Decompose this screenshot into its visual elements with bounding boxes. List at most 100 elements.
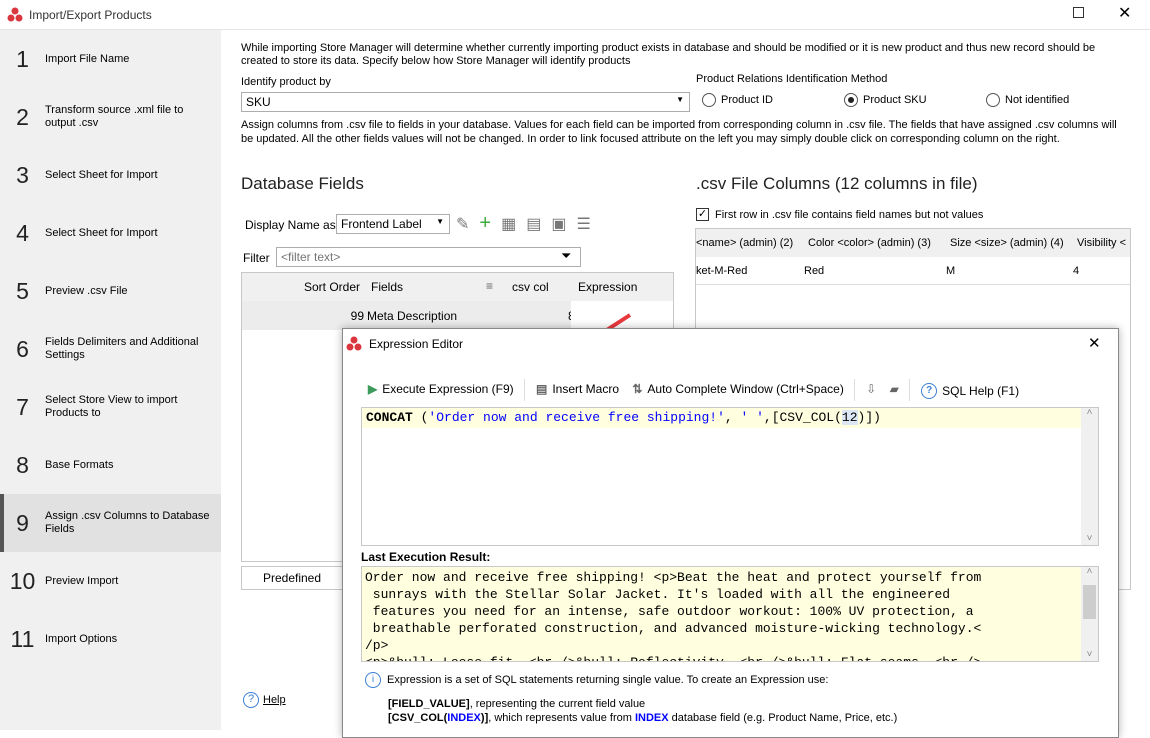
wizard-step-9[interactable]: 9 Assign .csv Columns to Database Fields [0, 494, 221, 552]
wizard-step-3[interactable]: 3 Select Sheet for Import [0, 146, 221, 204]
map-fields-icon[interactable]: ▦ [501, 214, 516, 234]
column-csv-col[interactable]: csv col [512, 280, 549, 294]
csv-column-header[interactable]: <name> (admin) (2) [696, 237, 793, 249]
step-number: 5 [16, 277, 29, 304]
app-logo-icon [7, 7, 23, 22]
csv-column-header[interactable]: Color <color> (admin) (3) [808, 237, 931, 249]
info-text: i Expression is a set of SQL statements … [365, 672, 828, 688]
column-expression[interactable]: Expression [578, 280, 637, 294]
maximize-button[interactable] [1073, 7, 1084, 18]
step-number: 9 [16, 509, 29, 536]
autocomplete-icon: ⇅ [632, 382, 643, 397]
macro-icon: ▤ [535, 382, 548, 397]
csv-column-header[interactable]: Visibility < [1077, 237, 1126, 249]
step-number: 4 [16, 219, 29, 246]
open-folder-icon[interactable]: ▰ [890, 382, 899, 396]
execute-expression-button[interactable]: ▶ Execute Expression (F9) [368, 382, 514, 396]
wizard-step-1[interactable]: 1 Import File Name [0, 30, 221, 88]
radio-product-sku[interactable]: Product SKU [844, 93, 927, 107]
identify-product-select[interactable]: SKU ▼ [241, 92, 690, 112]
wizard-step-8[interactable]: 8 Base Formats [0, 436, 221, 494]
csv-columns-title: .csv File Columns (12 columns in file) [696, 174, 978, 193]
step-label: Transform source .xml file to output .cs… [45, 104, 184, 129]
wizard-step-5[interactable]: 5 Preview .csv File [0, 262, 221, 320]
step-label: Select Store View to import Products to [45, 394, 178, 419]
result-line: /p> [365, 638, 389, 653]
result-line: breathable perforated construction, and … [365, 621, 982, 636]
help-icon: ? [921, 383, 938, 400]
wizard-step-7[interactable]: 7 Select Store View to import Products to [0, 378, 221, 436]
execution-result[interactable]: Order now and receive free shipping! <p>… [361, 566, 1099, 662]
result-line: Order now and receive free shipping! <p>… [365, 570, 982, 585]
auto-complete-button[interactable]: ⇅ Auto Complete Window (Ctrl+Space) [632, 382, 843, 396]
display-name-label: Display Name as [245, 218, 336, 232]
filter-label: Filter [243, 251, 270, 265]
step-number: 10 [9, 567, 36, 594]
radio-not-identified[interactable]: Not identified [986, 93, 1069, 107]
step-number: 6 [16, 335, 29, 362]
first-row-checkbox[interactable]: ✓ First row in .csv file contains field … [696, 208, 983, 221]
column-sort-order[interactable]: Sort Order [304, 280, 360, 294]
csv-column-header[interactable]: Size <size> (admin) (4) [950, 237, 1064, 249]
add-icon[interactable]: + [479, 213, 491, 234]
close-button[interactable]: ✕ [1118, 3, 1131, 23]
step-number: 3 [16, 161, 29, 188]
wizard-step-11[interactable]: 11 Import Options [0, 610, 221, 668]
relations-label: Product Relations Identification Method [696, 73, 888, 85]
database-fields-title: Database Fields [241, 174, 364, 193]
edit-icon[interactable]: ✎ [456, 214, 469, 234]
wizard-step-4[interactable]: 4 Select Sheet for Import [0, 204, 221, 262]
insert-macro-button[interactable]: ▤ Insert Macro [536, 382, 619, 396]
step-number: 2 [16, 103, 29, 130]
step-number: 1 [16, 45, 29, 72]
play-icon: ▶ [368, 382, 378, 397]
editor-scrollbar[interactable]: ˄ ˅ [1081, 408, 1098, 545]
intro-text: While importing Store Manager will deter… [241, 42, 1096, 67]
help-link[interactable]: ? Help [243, 692, 286, 708]
step-label: Preview .csv File [45, 284, 128, 297]
step-label: Select Sheet for Import [45, 168, 158, 181]
step-number: 7 [16, 393, 29, 420]
expression-editor-input[interactable]: CONCAT ('Order now and receive free ship… [361, 407, 1099, 546]
wizard-steps: 1 Import File Name 2 Transform source .xml … [0, 30, 221, 730]
display-name-select[interactable]: Frontend Label ▼ [336, 214, 450, 234]
sort-icon[interactable]: ≡ [486, 279, 493, 293]
result-label: Last Execution Result: [361, 550, 491, 564]
result-line: <p>&bull; Loose fit. <br />&bull; Reflec… [365, 654, 1095, 661]
save-icon[interactable]: ⇩ [866, 382, 876, 396]
step-label: Assign .csv Columns to Database Fields [45, 510, 210, 535]
step-label: Fields Delimiters and Additional Setting… [45, 336, 199, 361]
step-label: Base Formats [45, 458, 114, 471]
result-line: features you need for an intense, safe o… [365, 604, 974, 619]
step-label: Import File Name [45, 52, 130, 65]
app-logo-icon [346, 336, 362, 351]
dialog-title: Expression Editor [369, 337, 464, 351]
wizard-step-6[interactable]: 6 Fields Delimiters and Additional Settin… [0, 320, 221, 378]
step-number: 8 [16, 451, 29, 478]
clear-filter-icon[interactable]: ⏷ [561, 248, 571, 264]
step-number: 11 [10, 625, 35, 652]
wizard-step-2[interactable]: 2 Transform source .xml file to output .c… [0, 88, 221, 146]
column-fields[interactable]: Fields [371, 280, 403, 294]
hint-csv-col: [CSV_COL(INDEX)], which represents value… [388, 712, 898, 724]
result-scrollbar[interactable]: ˄ ˅ [1081, 567, 1098, 661]
edit-mapping-icon[interactable]: ▤ [526, 214, 541, 234]
window-title: Import/Export Products [29, 8, 152, 22]
assign-text: Assign columns from .csv file to fields … [241, 119, 1117, 145]
title-bar: Import/Export Products ✕ [0, 0, 1150, 30]
filter-input[interactable] [276, 247, 581, 267]
help-icon: ? [243, 692, 259, 708]
predefined-button[interactable]: Predefined [241, 566, 343, 590]
step-label: Select Sheet for Import [45, 226, 158, 239]
identify-label: Identify product by [241, 76, 331, 88]
wizard-step-10[interactable]: 10 Preview Import [0, 552, 221, 610]
hint-field-value: [FIELD_VALUE], representing the current … [388, 698, 646, 710]
step-label: Preview Import [45, 574, 119, 587]
radio-product-id[interactable]: Product ID [702, 93, 773, 107]
filter-list-icon[interactable]: ☰ [576, 214, 590, 234]
step-label: Import Options [45, 632, 118, 645]
preview-mapping-icon[interactable]: ▣ [551, 214, 566, 234]
sql-help-button[interactable]: ? SQL Help (F1) [921, 383, 1019, 400]
dialog-close-button[interactable]: ✕ [1088, 334, 1101, 352]
table-row[interactable]: ket-M-Red Red M 4 [696, 257, 1130, 285]
